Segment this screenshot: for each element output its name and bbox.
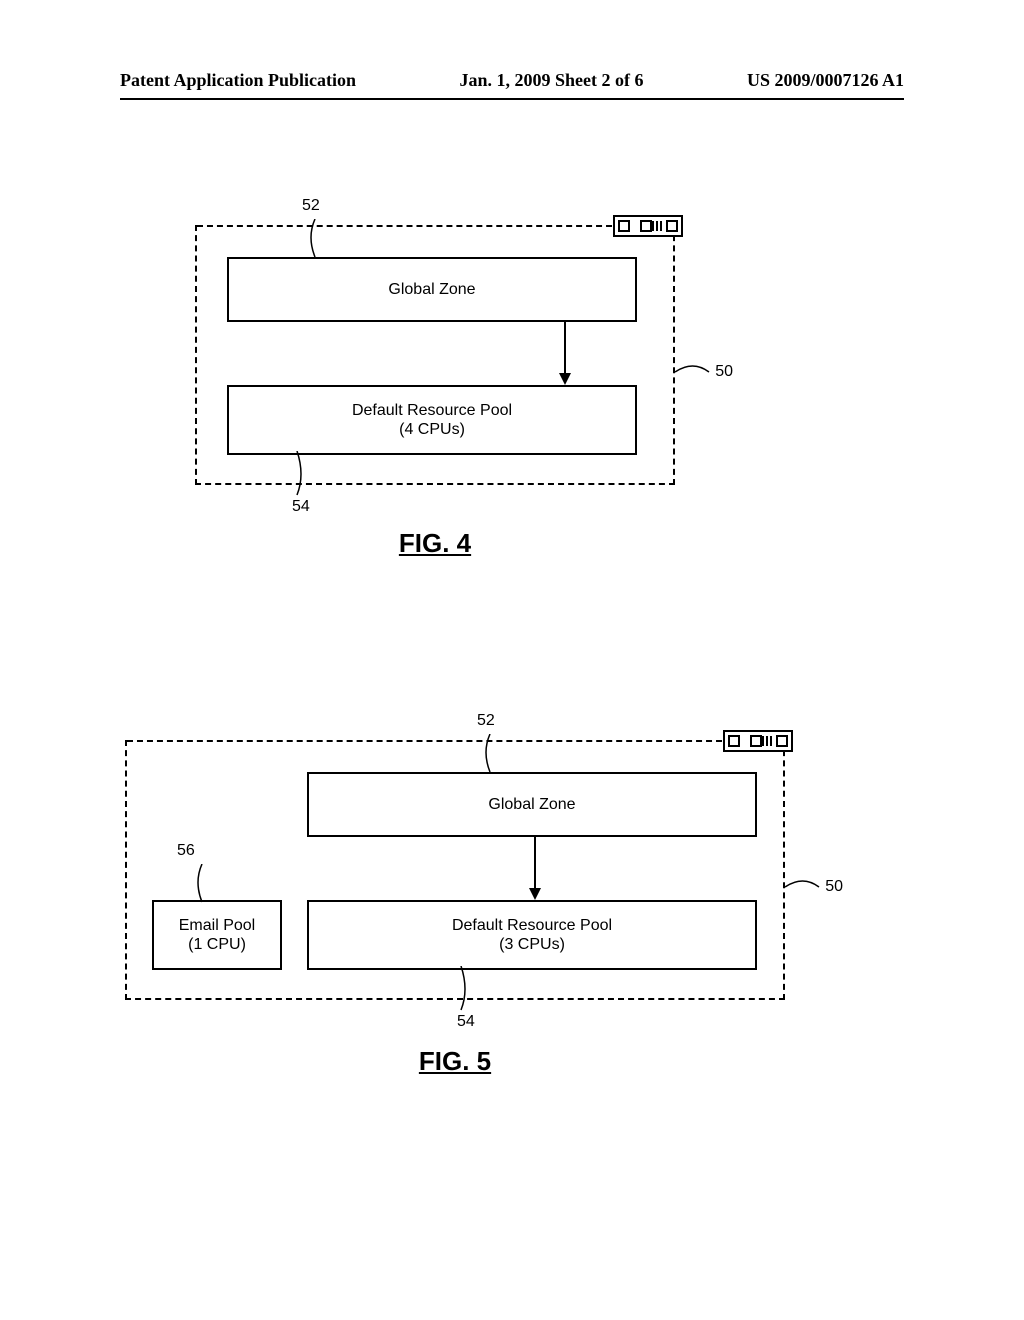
fig4-default-pool-cpus: (4 CPUs) xyxy=(399,420,465,439)
fig4-system-boundary: Global Zone Default Resource Pool (4 CPU… xyxy=(195,225,675,485)
fig5-refnum-52: 52 xyxy=(477,712,495,730)
fig4-leader-54-icon xyxy=(287,451,307,502)
fig4-default-pool-box: Default Resource Pool (4 CPUs) xyxy=(227,385,637,455)
fig4-arrow-down-icon xyxy=(557,322,573,390)
fig5-arrow-down-icon xyxy=(527,837,543,905)
fig5-system-boundary: Global Zone Email Pool (1 CPU) Default R… xyxy=(125,740,785,1000)
fig5-default-pool-cpus: (3 CPUs) xyxy=(499,935,565,954)
fig4-default-pool-label: Default Resource Pool xyxy=(352,401,512,420)
fig5-default-pool-label: Default Resource Pool xyxy=(452,916,612,935)
fig5-refnum-50: 50 xyxy=(825,878,843,896)
page: Patent Application Publication Jan. 1, 2… xyxy=(0,0,1024,1320)
fig4-global-zone-label: Global Zone xyxy=(388,281,475,299)
fig5-dashed-top xyxy=(127,740,732,742)
fig5-email-pool-label: Email Pool xyxy=(179,916,255,935)
fig5-leader-56-icon xyxy=(192,864,212,909)
fig4-caption: FIG. 4 xyxy=(195,528,675,559)
fig4-leader-50: 50 xyxy=(675,363,733,381)
fig4-global-zone-box: Global Zone xyxy=(227,257,637,322)
fig4-leader-52-icon xyxy=(305,219,325,264)
header-right: US 2009/0007126 A1 xyxy=(747,70,904,91)
fig5-leader-52-icon xyxy=(480,734,500,779)
fig5-caption: FIG. 5 xyxy=(125,1046,785,1077)
figure-4: Global Zone Default Resource Pool (4 CPU… xyxy=(195,225,675,485)
fig5-email-pool-box: Email Pool (1 CPU) xyxy=(152,900,282,970)
server-icon xyxy=(723,730,793,757)
server-icon xyxy=(613,215,683,242)
fig5-refnum-54: 54 xyxy=(457,1013,475,1031)
fig5-global-zone-box: Global Zone xyxy=(307,772,757,837)
page-header: Patent Application Publication Jan. 1, 2… xyxy=(0,70,1024,91)
fig5-leader-54-icon xyxy=(451,966,471,1017)
fig5-email-pool-cpus: (1 CPU) xyxy=(188,935,246,954)
header-center: Jan. 1, 2009 Sheet 2 of 6 xyxy=(460,70,644,91)
fig5-leader-50: 50 xyxy=(785,878,843,896)
fig4-refnum-54: 54 xyxy=(292,498,310,516)
fig4-dashed-top xyxy=(197,225,622,227)
fig5-default-pool-box: Default Resource Pool (3 CPUs) xyxy=(307,900,757,970)
fig5-refnum-56: 56 xyxy=(177,842,195,860)
fig4-refnum-52: 52 xyxy=(302,197,320,215)
fig4-refnum-50: 50 xyxy=(715,363,733,381)
figure-5: Global Zone Email Pool (1 CPU) Default R… xyxy=(125,740,785,1000)
header-left: Patent Application Publication xyxy=(120,70,356,91)
fig5-global-zone-label: Global Zone xyxy=(488,796,575,814)
header-rule xyxy=(120,98,904,100)
